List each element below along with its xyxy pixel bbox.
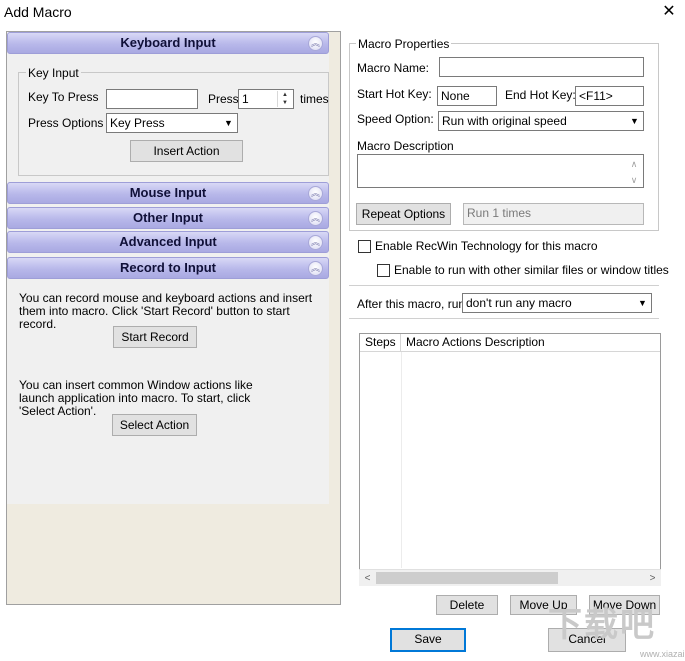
expand-icon[interactable]: ︽: [308, 186, 323, 201]
section-mouse-input[interactable]: Mouse Input ︽: [7, 182, 329, 204]
watermark-url: www.xiazaiba.com: [640, 649, 685, 659]
chevron-down-icon[interactable]: ▼: [627, 113, 642, 129]
start-record-button[interactable]: Start Record: [113, 326, 197, 348]
window-title: Add Macro: [4, 4, 72, 20]
grid-horizontal-scrollbar[interactable]: < >: [359, 569, 661, 586]
press-label: Press: [208, 92, 239, 106]
end-hot-key-label: End Hot Key:: [505, 88, 576, 102]
expand-icon[interactable]: ︽: [308, 235, 323, 250]
speed-option-select[interactable]: Run with original speed ▼: [438, 111, 644, 131]
after-macro-select[interactable]: don't run any macro ▼: [462, 293, 652, 313]
recwin-checkbox[interactable]: [358, 240, 371, 253]
end-hot-key-input[interactable]: <F11>: [575, 86, 644, 106]
section-keyboard-input[interactable]: Keyboard Input ︽: [7, 32, 329, 54]
scroll-up-icon[interactable]: ∧: [626, 156, 642, 172]
macro-name-label: Macro Name:: [357, 61, 430, 75]
press-count-spinner[interactable]: 1 ▲ ▼: [238, 89, 294, 109]
similar-files-checkbox[interactable]: [377, 264, 390, 277]
save-button[interactable]: Save: [390, 628, 466, 652]
section-advanced-input[interactable]: Advanced Input ︽: [7, 231, 329, 253]
separator: [349, 318, 659, 319]
insert-action-button[interactable]: Insert Action: [130, 140, 243, 162]
collapse-icon[interactable]: ︽: [308, 36, 323, 51]
times-label: times: [300, 92, 329, 106]
repeat-options-button[interactable]: Repeat Options: [356, 203, 451, 225]
macro-description-label: Macro Description: [357, 139, 454, 153]
scroll-right-icon[interactable]: >: [644, 570, 661, 587]
macro-properties-label: Macro Properties: [356, 37, 452, 51]
recwin-label: Enable RecWin Technology for this macro: [375, 239, 598, 253]
section-advanced-input-label: Advanced Input: [119, 234, 217, 249]
section-other-input-label: Other Input: [132, 210, 204, 225]
press-count-value: 1: [242, 92, 249, 106]
section-other-input[interactable]: Other Input ︽: [7, 207, 329, 229]
press-options-select[interactable]: Key Press ▼: [106, 113, 238, 133]
speed-option-label: Speed Option:: [357, 112, 434, 126]
delete-button[interactable]: Delete: [436, 595, 498, 615]
spinner-arrows-icon[interactable]: ▲ ▼: [277, 91, 292, 107]
macro-name-input[interactable]: [439, 57, 644, 77]
scroll-down-icon[interactable]: ∨: [626, 172, 642, 188]
column-divider: [401, 352, 402, 568]
key-input-group-label: Key Input: [26, 66, 81, 80]
section-record-to-input-label: Record to Input: [119, 260, 217, 275]
after-macro-value: don't run any macro: [466, 296, 572, 310]
chevron-down-icon[interactable]: ▼: [635, 295, 650, 311]
similar-files-label: Enable to run with other similar files o…: [394, 263, 669, 277]
scroll-left-icon[interactable]: <: [359, 570, 376, 587]
repeat-count-field: Run 1 times: [463, 203, 644, 225]
after-macro-label: After this macro, run: [357, 297, 466, 311]
speed-option-value: Run with original speed: [442, 114, 567, 128]
section-record-to-input[interactable]: Record to Input ︽: [7, 257, 329, 279]
column-header-description[interactable]: Macro Actions Description: [401, 334, 660, 351]
press-options-label: Press Options: [28, 116, 104, 130]
section-keyboard-input-label: Keyboard Input: [120, 35, 216, 50]
scrollbar-thumb[interactable]: [376, 572, 558, 584]
select-action-instructions: You can insert common Window actions lik…: [19, 378, 253, 418]
grid-header: Steps Macro Actions Description: [360, 334, 660, 352]
watermark-text: 下载吧: [548, 606, 656, 644]
macro-actions-grid[interactable]: Steps Macro Actions Description: [359, 333, 661, 586]
section-mouse-input-label: Mouse Input: [129, 185, 207, 200]
select-action-button[interactable]: Select Action: [112, 414, 197, 436]
macro-description-textarea[interactable]: ∧ ∨: [357, 154, 644, 188]
close-icon[interactable]: ✕: [658, 2, 680, 22]
separator: [349, 285, 659, 286]
expand-icon[interactable]: ︽: [308, 211, 323, 226]
press-options-value: Key Press: [110, 116, 165, 130]
column-header-steps[interactable]: Steps: [360, 334, 401, 351]
key-to-press-input[interactable]: [106, 89, 198, 109]
start-hot-key-input[interactable]: None: [437, 86, 497, 106]
collapse-icon[interactable]: ︽: [308, 261, 323, 276]
watermark-logo: 下载吧 www.xiazaiba.com: [548, 605, 685, 661]
start-hot-key-label: Start Hot Key:: [357, 87, 432, 101]
key-to-press-label: Key To Press: [28, 90, 99, 104]
chevron-down-icon[interactable]: ▼: [221, 115, 236, 131]
